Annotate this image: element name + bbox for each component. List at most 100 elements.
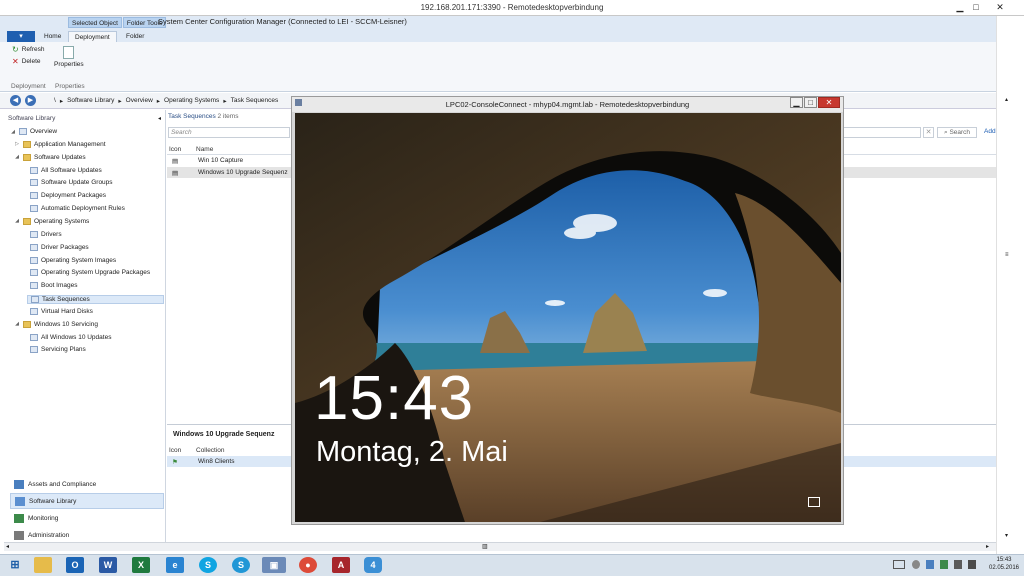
tree-item[interactable]: Deployment Packages bbox=[27, 192, 106, 200]
tree-item[interactable]: Servicing Plans bbox=[27, 346, 86, 354]
workspace-monitoring[interactable]: Monitoring bbox=[10, 510, 164, 526]
ctx-tab-selected-object[interactable]: Selected Object bbox=[68, 17, 122, 28]
inner-minimize-button[interactable]: ▁ bbox=[790, 97, 803, 108]
skype-business-icon[interactable]: S bbox=[232, 557, 250, 573]
tray-date-text: 02.05.2016 bbox=[988, 565, 1020, 571]
word-icon[interactable]: W bbox=[99, 557, 117, 573]
tree-item-label: Servicing Plans bbox=[41, 346, 86, 354]
search-button[interactable]: ⌕ Search bbox=[937, 127, 977, 138]
tree-item[interactable]: Task Sequences bbox=[27, 295, 164, 305]
workspace-assets-and-compliance[interactable]: Assets and Compliance bbox=[10, 476, 164, 492]
tray-icon[interactable] bbox=[912, 560, 920, 569]
tree-item[interactable]: Operating System Upgrade Packages bbox=[27, 269, 150, 277]
task-view-icon[interactable]: 4 bbox=[364, 557, 382, 573]
properties-button[interactable]: Properties bbox=[54, 46, 84, 68]
doc-icon bbox=[30, 205, 38, 213]
doc-icon bbox=[30, 333, 38, 341]
tray-clock[interactable]: 15:43 02.05.2016 bbox=[985, 556, 1023, 572]
column-icon[interactable]: Icon bbox=[169, 146, 181, 153]
breadcrumb-overview[interactable]: Overview bbox=[126, 97, 153, 105]
tree-item[interactable]: ▷ Application Management bbox=[14, 140, 106, 148]
breadcrumb-task-sequences[interactable]: Task Sequences bbox=[231, 97, 279, 105]
tree-item[interactable]: ◢ Software Updates bbox=[14, 153, 86, 161]
delete-button[interactable]: ✕ Delete bbox=[12, 57, 41, 66]
file-explorer-icon[interactable] bbox=[34, 557, 52, 573]
close-button[interactable]: ✕ bbox=[992, 1, 1008, 13]
nav-header: Software Library bbox=[8, 115, 56, 122]
tree-item[interactable]: All Software Updates bbox=[27, 166, 102, 174]
workspace-administration[interactable]: Administration bbox=[10, 527, 164, 543]
search-input-extension[interactable] bbox=[843, 127, 921, 138]
tree-item[interactable]: Drivers bbox=[27, 230, 62, 238]
expand-toggle-icon[interactable]: ◢ bbox=[14, 218, 20, 224]
tree-item[interactable]: ◢ Operating Systems bbox=[14, 217, 89, 225]
maximize-button[interactable]: □ bbox=[968, 1, 984, 13]
forward-button[interactable]: ▶ bbox=[25, 95, 36, 106]
tree-item[interactable]: Driver Packages bbox=[27, 243, 89, 251]
tree-item[interactable]: All Windows 10 Updates bbox=[27, 333, 111, 341]
scroll-thumb[interactable]: ▥ bbox=[482, 543, 488, 550]
minimize-button[interactable]: ▁ bbox=[952, 1, 968, 13]
tree-item[interactable]: ◢ Overview bbox=[10, 128, 57, 135]
scroll-grip-icon[interactable]: ≡ bbox=[1005, 252, 1009, 258]
refresh-button[interactable]: ↻ Refresh bbox=[12, 45, 44, 54]
workspace-software-library[interactable]: Software Library bbox=[10, 493, 164, 509]
folder-icon bbox=[23, 217, 31, 225]
scroll-down-icon[interactable]: ▾ bbox=[1005, 532, 1008, 539]
outlook-icon[interactable]: O bbox=[66, 557, 84, 573]
doc-icon bbox=[30, 230, 38, 238]
tree-item[interactable]: Operating System Images bbox=[27, 256, 116, 264]
vertical-scrollbar[interactable]: ▴ ≡ ▾ bbox=[996, 16, 1024, 554]
search-icon: ⌕ bbox=[944, 129, 948, 136]
expand-toggle-icon[interactable]: ▷ bbox=[14, 141, 20, 147]
access-icon[interactable]: A bbox=[332, 557, 350, 573]
add-criteria-link[interactable]: Add bbox=[984, 128, 996, 135]
tree-item[interactable]: Boot Images bbox=[27, 282, 78, 290]
start-button[interactable]: ⊞ bbox=[6, 557, 24, 573]
properties-label: Properties bbox=[54, 61, 84, 68]
expand-toggle-icon[interactable]: ◢ bbox=[14, 321, 20, 327]
breadcrumb-operating-systems[interactable]: Operating Systems bbox=[164, 97, 219, 105]
detail-column-icon[interactable]: Icon bbox=[169, 447, 181, 454]
back-button[interactable]: ◀ bbox=[10, 95, 21, 106]
tab-folder[interactable]: Folder bbox=[120, 31, 150, 42]
chrome-icon[interactable]: ● bbox=[299, 557, 317, 573]
horizontal-scrollbar[interactable]: ◂ ▥ ▸ bbox=[4, 542, 996, 551]
network-icon[interactable] bbox=[968, 560, 976, 569]
tray-icon[interactable] bbox=[926, 560, 934, 569]
tab-home[interactable]: Home bbox=[38, 31, 67, 42]
tree-item[interactable]: Virtual Hard Disks bbox=[27, 307, 93, 315]
scroll-up-icon[interactable]: ▴ bbox=[1005, 96, 1008, 103]
volume-icon[interactable] bbox=[954, 560, 962, 569]
doc-icon bbox=[30, 243, 38, 251]
expand-toggle-icon[interactable]: ◢ bbox=[10, 129, 16, 135]
tree-item[interactable]: Automatic Deployment Rules bbox=[27, 205, 125, 213]
tree-item-label: Drivers bbox=[41, 230, 62, 238]
column-name[interactable]: Name bbox=[196, 146, 213, 153]
tree-item[interactable]: Software Update Groups bbox=[27, 179, 113, 187]
file-menu-button[interactable]: ▾ bbox=[7, 31, 35, 42]
excel-icon[interactable]: X bbox=[132, 557, 150, 573]
remote-desktop-icon[interactable]: ▣ bbox=[262, 557, 286, 573]
scroll-right-icon[interactable]: ▸ bbox=[986, 543, 989, 550]
tree-item[interactable]: ◢ Windows 10 Servicing bbox=[14, 320, 98, 328]
tray-icon[interactable] bbox=[940, 560, 948, 569]
detail-row-name: Win8 Clients bbox=[198, 458, 235, 465]
clear-search-icon[interactable]: ✕ bbox=[923, 127, 934, 138]
search-input[interactable]: Search bbox=[168, 127, 290, 138]
scroll-left-icon[interactable]: ◂ bbox=[6, 543, 9, 550]
keyboard-icon[interactable] bbox=[893, 560, 905, 569]
breadcrumb-root[interactable]: \ bbox=[54, 97, 56, 105]
collapse-nav-icon[interactable]: ◂ bbox=[158, 115, 161, 122]
inner-maximize-button[interactable]: □ bbox=[804, 97, 817, 108]
detail-column-collection[interactable]: Collection bbox=[196, 447, 225, 454]
tree-item-label: Automatic Deployment Rules bbox=[41, 205, 125, 213]
network-status-icon[interactable] bbox=[808, 497, 820, 507]
tray-time-text: 15:43 bbox=[996, 557, 1012, 563]
doc-icon bbox=[30, 307, 38, 315]
inner-close-button[interactable]: ✕ bbox=[818, 97, 840, 108]
expand-toggle-icon[interactable]: ◢ bbox=[14, 154, 20, 160]
internet-explorer-icon[interactable]: e bbox=[166, 557, 184, 573]
skype-icon[interactable]: S bbox=[199, 557, 217, 573]
breadcrumb-software-library[interactable]: Software Library bbox=[67, 97, 114, 105]
